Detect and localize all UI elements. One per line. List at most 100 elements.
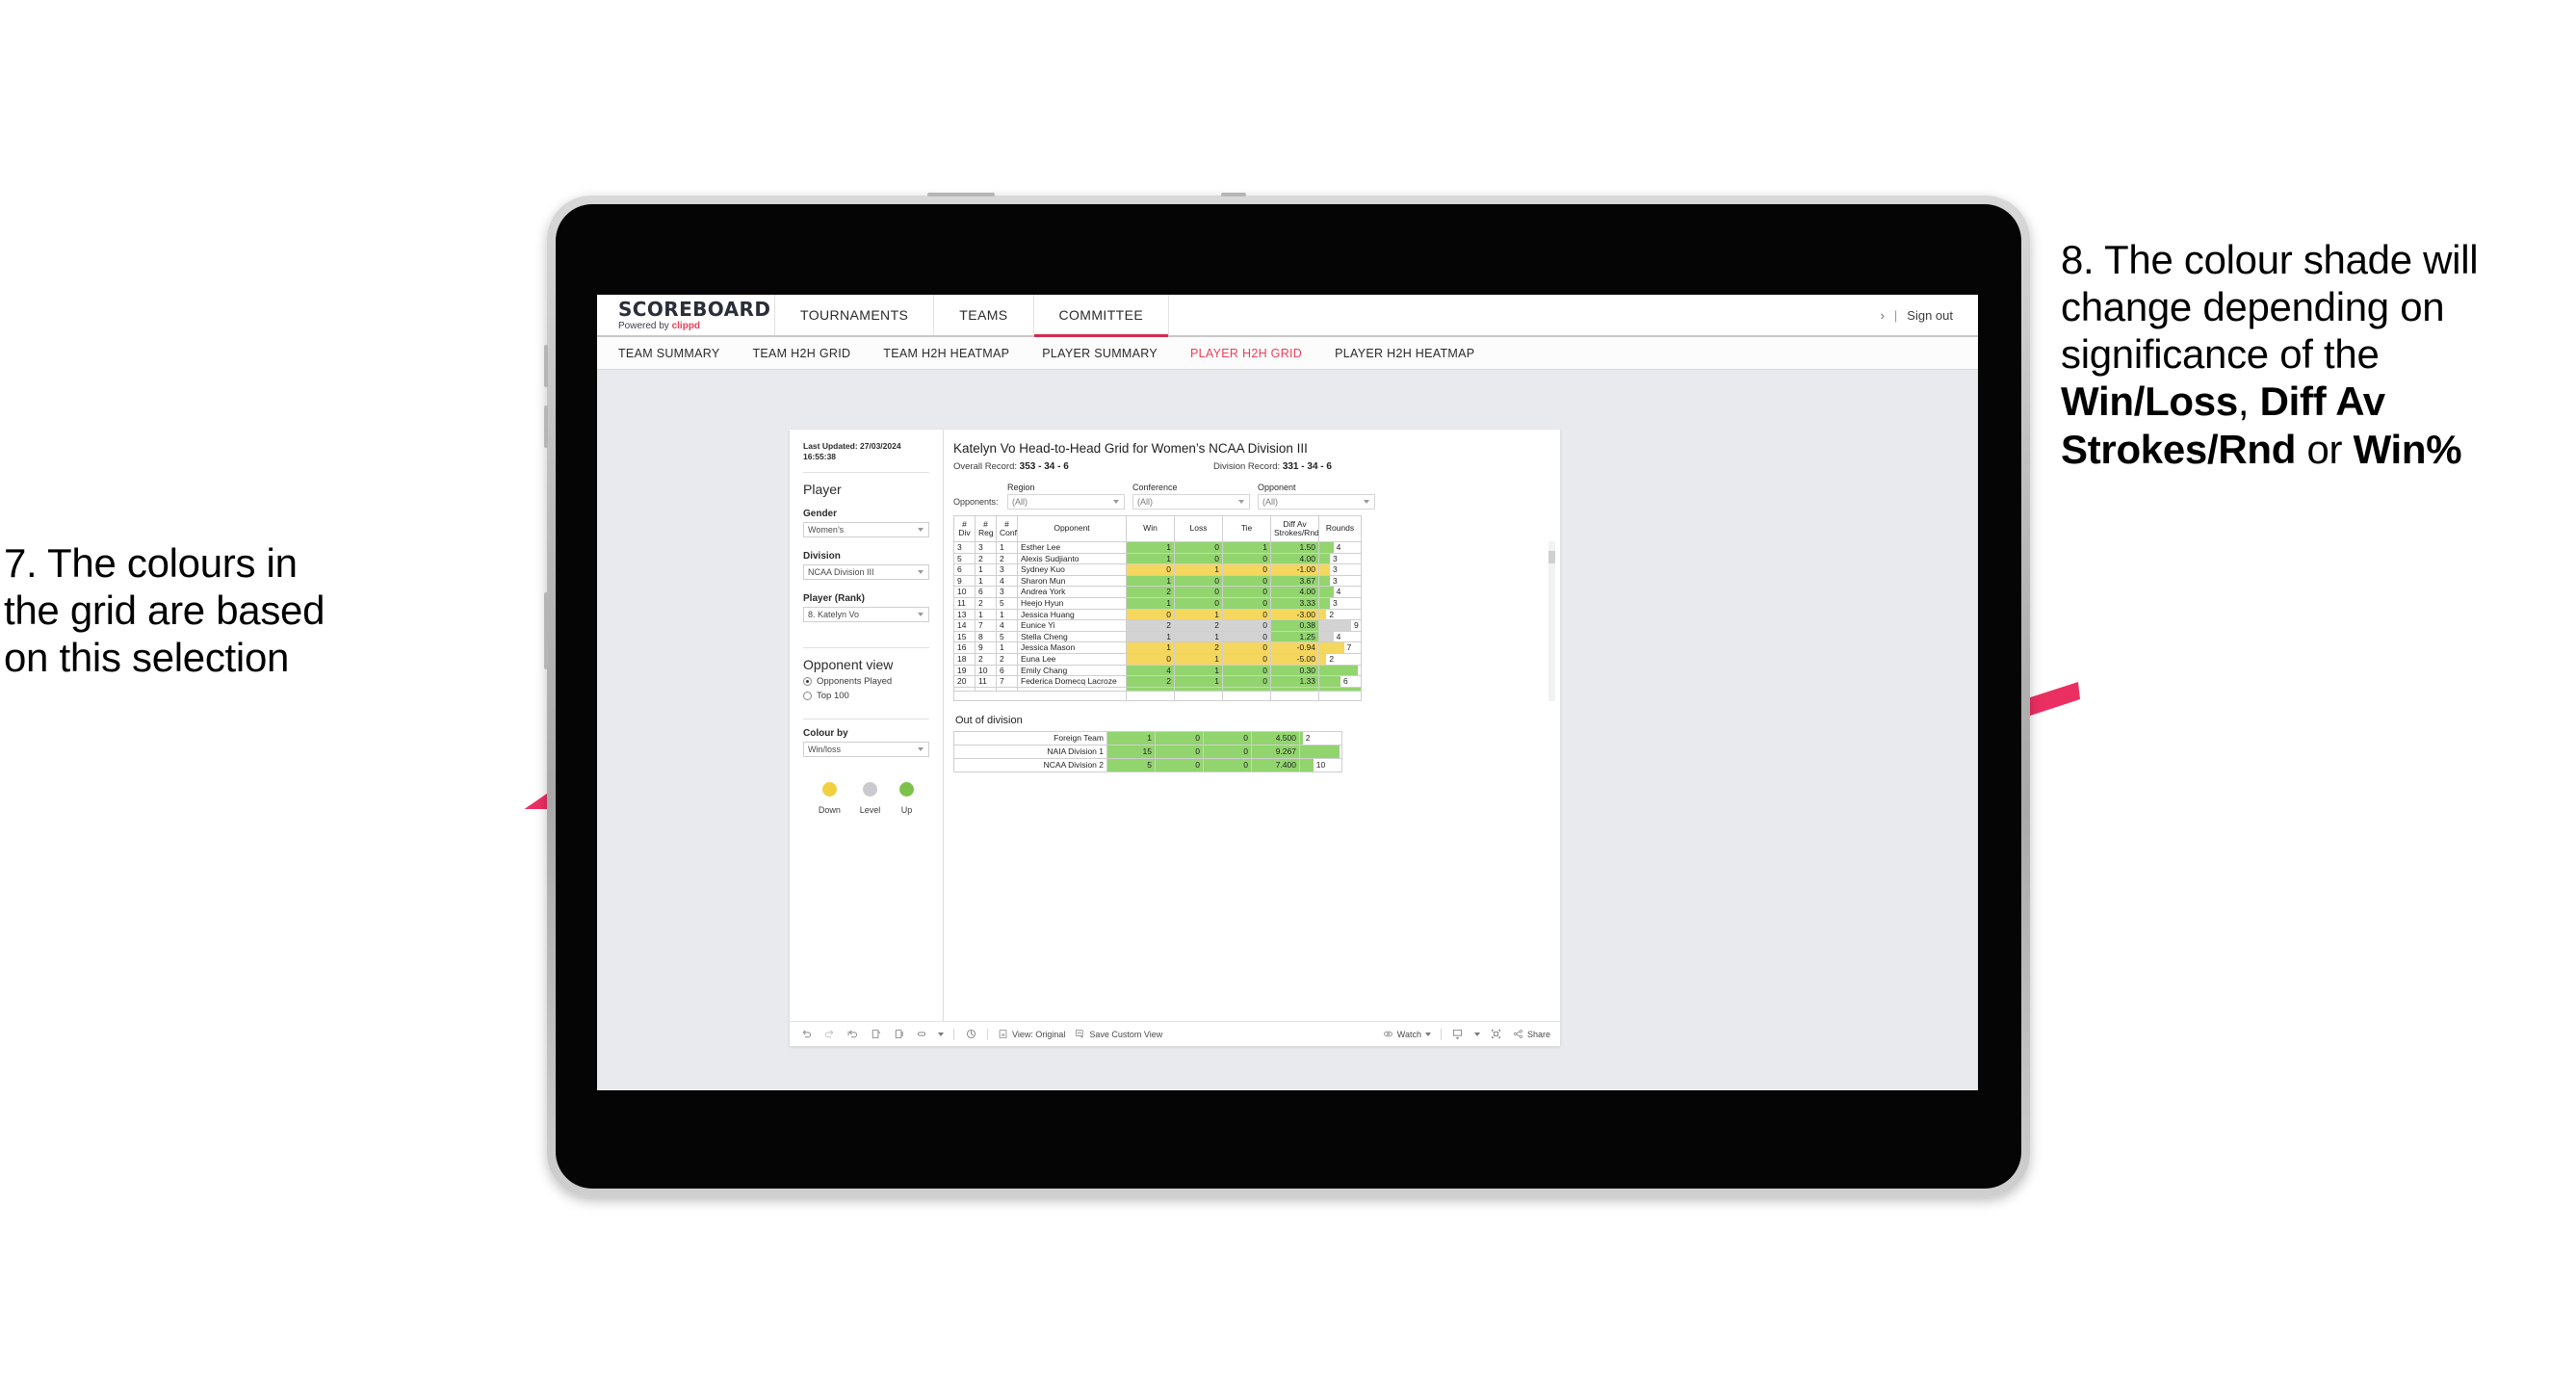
player-rank-value: 8. Katelyn Vo <box>808 609 860 619</box>
tab-team-h2h-heatmap[interactable]: TEAM H2H HEATMAP <box>883 347 1009 360</box>
filler-tie <box>1222 690 1271 702</box>
redo-icon[interactable] <box>822 1028 836 1041</box>
cell-win: 1 <box>1126 596 1175 610</box>
region-filter: Region (All) <box>1007 483 1125 510</box>
table-row[interactable]: 16 9 1 Jessica Mason 1 2 0 -0.94 7 <box>953 641 1362 654</box>
refresh-data-icon[interactable] <box>869 1028 882 1041</box>
table-row[interactable]: 5 2 2 Alexis Sudjianto 1 0 0 4.00 3 <box>953 552 1362 565</box>
table-header-row: # Div # Reg # Conf Opponent Win Loss Tie Di… <box>953 515 1362 542</box>
chevron-right-icon[interactable]: › <box>1881 308 1885 323</box>
cell-diff: 1.33 <box>1270 675 1319 688</box>
colour-by-select[interactable]: Win/loss <box>803 741 929 757</box>
fullscreen-icon[interactable] <box>1490 1028 1503 1041</box>
cell-div: 3 <box>953 541 976 554</box>
rounds-value: 10 <box>1315 760 1326 771</box>
legend-dot-up <box>899 781 915 797</box>
division-record-label: Division Record: <box>1213 461 1281 472</box>
tab-player-h2h-heatmap[interactable]: PLAYER H2H HEATMAP <box>1335 347 1474 360</box>
filler-rounds <box>1318 690 1362 702</box>
cell-reg: 1 <box>975 563 997 576</box>
col-header-tie: Tie <box>1222 515 1271 542</box>
brand-sub-accent: clippd <box>671 320 701 331</box>
colour-legend: Down Level Up <box>803 781 929 815</box>
overall-record-value: 353 - 34 - 6 <box>1019 461 1069 472</box>
table-row[interactable]: 20 11 7 Federica Domecq Lacroze 2 1 0 1.33 6 <box>953 675 1362 688</box>
cell-rounds: 2 <box>1318 608 1362 621</box>
cell-diff: -1.00 <box>1270 563 1319 576</box>
player-rank-select[interactable]: 8. Katelyn Vo <box>803 606 929 622</box>
download-icon[interactable] <box>1451 1028 1465 1041</box>
cell-loss: 1 <box>1174 608 1223 621</box>
cell-rounds: 6 <box>1318 675 1362 688</box>
region-select[interactable]: (All) <box>1007 494 1125 510</box>
watch-button[interactable]: Watch <box>1383 1029 1431 1039</box>
cell-loss: 0 <box>1174 541 1223 554</box>
cell-loss: 1 <box>1174 675 1223 688</box>
share-button[interactable]: Share <box>1513 1029 1550 1039</box>
radio-icon-selected <box>803 676 812 686</box>
grid-scrollbar[interactable] <box>1548 541 1555 702</box>
grid-scrollbar-thumb[interactable] <box>1548 551 1555 563</box>
tab-player-h2h-grid[interactable]: PLAYER H2H GRID <box>1190 347 1302 360</box>
filter-clear-icon[interactable] <box>964 1028 977 1041</box>
table-row[interactable]: 13 1 1 Jessica Huang 0 1 0 -3.00 2 <box>953 608 1362 621</box>
brand-logo[interactable]: SCOREBOARD Powered by clippd <box>597 295 775 335</box>
table-row[interactable]: 19106Emily Chang4100.3011 <box>953 664 1362 677</box>
cell-loss: 1 <box>1174 652 1223 666</box>
nav-item-teams[interactable]: TEAMS <box>934 295 1034 335</box>
table-row[interactable]: 6 1 3 Sydney Kuo 0 1 0 -1.00 3 <box>953 563 1362 576</box>
chevron-down-icon <box>918 527 924 532</box>
tablet-screen: SCOREBOARD Powered by clippd TOURNAMENTS… <box>597 295 1978 1090</box>
shape-tool-icon[interactable] <box>915 1028 928 1041</box>
filler-diff <box>1270 690 1319 702</box>
out-of-division-row[interactable]: NCAA Division 2 5 0 0 7.400 10 <box>953 758 1342 773</box>
pause-auto-update-icon[interactable] <box>892 1028 905 1041</box>
annotation-left: 7. The colours in the grid are based on … <box>4 539 514 681</box>
cell-reg: 11 <box>975 675 997 688</box>
table-row[interactable]: 11 2 5 Heejo Hyun 1 0 0 3.33 3 <box>953 596 1362 610</box>
cell-loss: 2 <box>1174 641 1223 654</box>
cell-opponent: Jessica Mason <box>1017 641 1127 654</box>
nav-item-tournaments[interactable]: TOURNAMENTS <box>775 295 935 335</box>
annotation-right-text-2: , <box>2237 379 2260 425</box>
cell-win: 2 <box>1126 586 1175 598</box>
cell-rounds: 7 <box>1318 641 1362 654</box>
table-row[interactable]: 14 7 4 Eunice Yi 2 2 0 0.38 9 <box>953 619 1362 632</box>
chevron-down-icon[interactable] <box>1424 1032 1431 1036</box>
tab-team-h2h-grid[interactable]: TEAM H2H GRID <box>752 347 850 360</box>
table-row[interactable]: 9 1 4 Sharon Mun 1 0 0 3.67 3 <box>953 574 1362 588</box>
table-row[interactable]: 18 2 2 Euna Lee 0 1 0 -5.00 2 <box>953 652 1362 666</box>
chevron-down-icon[interactable] <box>1473 1032 1480 1036</box>
radio-opponents-played[interactable]: Opponents Played <box>803 676 929 687</box>
cell-diff: 4.500 <box>1251 731 1300 746</box>
h2h-grid-table: # Div # Reg # Conf Opponent Win Loss Tie Di… <box>953 515 1362 702</box>
view-original-button[interactable]: View: Original <box>998 1029 1065 1039</box>
device-button-volume-down <box>544 405 548 448</box>
chevron-down-icon <box>918 612 924 616</box>
radio-top-100[interactable]: Top 100 <box>803 691 929 701</box>
cell-win: 0 <box>1126 608 1175 621</box>
undo-icon[interactable] <box>799 1028 813 1041</box>
save-custom-view-button[interactable]: Save Custom View <box>1075 1029 1162 1039</box>
opponent-select[interactable]: (All) <box>1258 494 1375 510</box>
tab-team-summary[interactable]: TEAM SUMMARY <box>618 347 719 360</box>
division-select[interactable]: NCAA Division III <box>803 563 929 580</box>
sign-out-link[interactable]: Sign out <box>1907 308 1953 323</box>
radio-label-opponents-played: Opponents Played <box>817 675 893 687</box>
table-row[interactable]: 3 3 1 Esther Lee 1 0 1 1.50 4 <box>953 541 1362 554</box>
nav-item-committee[interactable]: COMMITTEE <box>1033 295 1170 337</box>
table-row[interactable]: 10 6 3 Andrea York 2 0 0 4.00 4 <box>953 586 1362 598</box>
legend-dot-level <box>862 781 877 797</box>
out-of-division-row[interactable]: Foreign Team 1 0 0 4.500 2 <box>953 731 1342 746</box>
cell-loss: 0 <box>1174 586 1223 598</box>
cell-rounds: 4 <box>1318 586 1362 598</box>
chevron-down-icon[interactable] <box>938 1032 944 1036</box>
gender-select[interactable]: Women’s <box>803 521 929 537</box>
revert-icon[interactable] <box>846 1028 859 1041</box>
cell-tie: 0 <box>1203 731 1252 746</box>
tab-player-summary[interactable]: PLAYER SUMMARY <box>1042 347 1158 360</box>
conference-select[interactable]: (All) <box>1132 494 1250 510</box>
out-of-division-row[interactable]: NAIA Division 115009.26730 <box>953 745 1342 760</box>
division-label: Division <box>803 550 841 562</box>
table-row[interactable]: 15 8 5 Stella Cheng 1 1 0 1.25 4 <box>953 630 1362 643</box>
